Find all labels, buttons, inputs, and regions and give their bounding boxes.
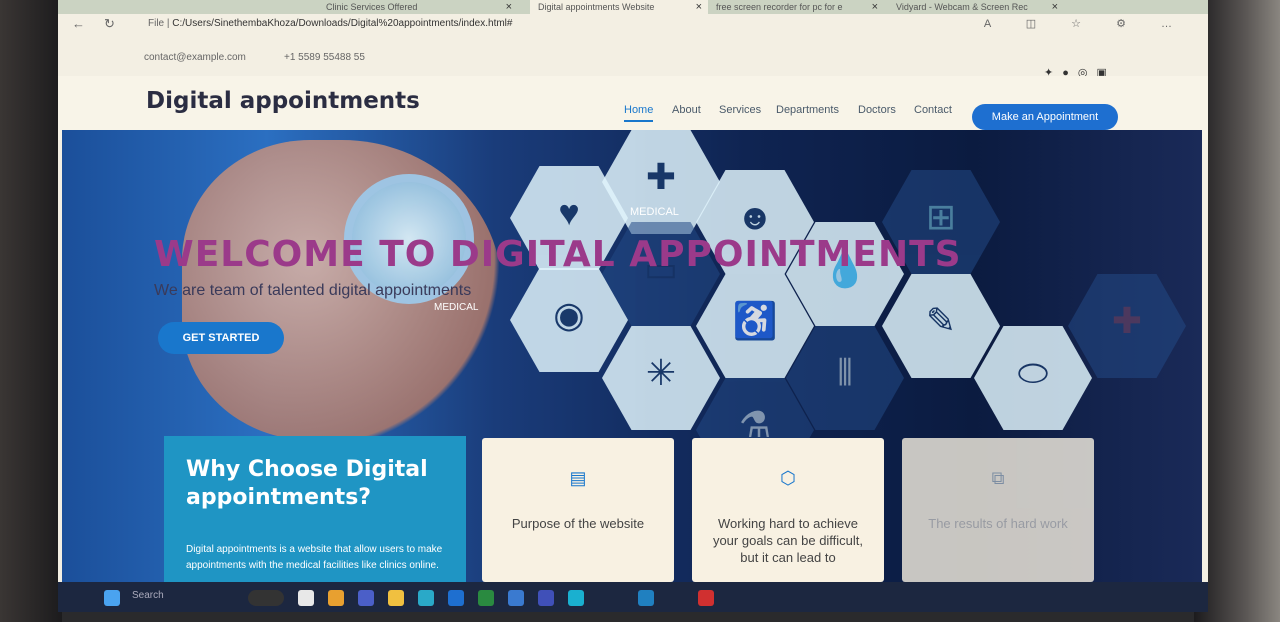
start-icon[interactable] [104,590,120,606]
medkit-icon: ⊞ [925,196,957,237]
close-icon[interactable]: × [872,1,878,13]
molecule-icon: ✳ [645,352,677,393]
icon-box-working-hard: ⬡ Working hard to achieve your goals can… [692,438,884,582]
icon-box-results: ⧉ The results of hard work [902,438,1094,582]
get-started-button[interactable]: GET STARTED [158,322,284,354]
images-icon: ⧉ [991,468,1005,488]
tab-label: Vidyard - Webcam & Screen Rec [896,2,1028,12]
heart-icon: ♥ [558,192,580,233]
tab-screen-recorder[interactable]: free screen recorder for pc for e × [708,0,884,14]
cross2-hex: ✚ [1068,274,1186,378]
hero-section: ♥ ✚ ☻ 💧 ▭ ◉ ♿ ✳ ⫴ ⊞ ✎ ⬭ ✚ ⚗ MEDICAL MEDI… [62,130,1202,612]
make-appointment-button[interactable]: Make an Appointment [972,104,1118,130]
url-text: C:/Users/SinethembaKhoza/Downloads/Digit… [172,18,513,29]
why-text: Digital appointments is a website that a… [186,544,443,571]
card-title: The results of hard work [928,516,1068,531]
pill-icon: ⬭ [1017,352,1049,393]
app-icon[interactable] [328,590,344,606]
hero-title: WELCOME TO DIGITAL APPOINTMENTS [154,234,962,275]
close-icon[interactable]: × [1052,1,1058,13]
receipt-icon: ▤ [569,468,587,488]
email-text[interactable]: contact@example.com [144,52,246,63]
back-icon[interactable]: ← [72,16,85,31]
app-icon[interactable] [248,590,284,606]
browser-window: Clinic Services Offered × Digital appoint… [58,0,1208,612]
pill-hex: ⬭ [974,326,1092,430]
app-icon[interactable] [508,590,524,606]
edge-icon[interactable] [418,590,434,606]
address-bar: ← ↻ File | C:/Users/SinethembaKhoza/Down… [58,14,1208,34]
url-prefix: File | [148,18,170,29]
tab-label: free screen recorder for pc for e [716,2,843,12]
cube-icon: ⬡ [780,468,796,488]
tab-clinic-services[interactable]: Clinic Services Offered × [318,0,518,14]
app-icon[interactable] [638,590,654,606]
doctor-icon: ☻ [736,196,774,237]
close-icon[interactable]: × [506,1,512,13]
search-box[interactable]: Search [132,590,164,601]
app-icon[interactable] [698,590,714,606]
contact-bar: contact@example.com +1 5589 55488 55 ✦●◎… [58,44,1208,79]
nav-services[interactable]: Services [719,104,761,116]
app-icon[interactable] [358,590,374,606]
nav-doctors[interactable]: Doctors [858,104,896,116]
card-title: Working hard to achieve your goals can b… [712,516,864,565]
phone-text: +1 5589 55488 55 [284,52,365,63]
hero-subtitle: We are team of talented digital appointm… [154,282,472,299]
medical-label: MEDICAL [434,302,479,313]
cross-icon: ✚ [1111,300,1143,341]
tab-digital-appointments[interactable]: Digital appointments Website × [530,0,708,14]
folder-icon[interactable] [388,590,404,606]
app-icon[interactable] [298,590,314,606]
windows-taskbar: Search [58,582,1208,612]
nav-home[interactable]: Home [624,104,654,122]
app-icon[interactable] [568,590,584,606]
eye-icon: ◉ [553,294,585,335]
app-icon[interactable] [448,590,464,606]
medical-label: MEDICAL [630,206,679,218]
app-icon[interactable] [478,590,494,606]
syringe-icon: ✎ [925,300,957,341]
syringe-hex: ✎ [882,274,1000,378]
nav-contact[interactable]: Contact [914,104,952,116]
url-field[interactable]: File | C:/Users/SinethembaKhoza/Download… [148,18,512,29]
card-title: Purpose of the website [511,516,645,531]
site-logo[interactable]: Digital appointments [146,88,420,114]
nav-departments[interactable]: Departments [776,104,839,116]
tab-label: Digital appointments Website [538,2,655,12]
browser-tools-icon[interactable]: A ◫ ☆ ⚙ … [984,17,1188,30]
molecule-hex: ✳ [602,326,720,430]
test-tube-icon: ⫴ [837,352,853,393]
icon-box-purpose: ▤ Purpose of the website [482,438,674,582]
tab-vidyard[interactable]: Vidyard - Webcam & Screen Rec × [888,0,1064,14]
laptop-bezel-left [0,0,62,622]
nav-about[interactable]: About [672,104,701,116]
why-title: Why Choose Digital appointments? [186,457,428,510]
why-choose-box: Why Choose Digital appointments? Digital… [164,436,466,582]
tab-label: Clinic Services Offered [326,2,418,12]
close-icon[interactable]: × [696,1,702,13]
tab-bar: Clinic Services Offered × Digital appoint… [58,0,1208,14]
wheelchair-icon: ♿ [732,300,778,341]
refresh-icon[interactable]: ↻ [104,16,115,32]
cross-icon: ✚ [645,156,677,197]
app-icon[interactable] [538,590,554,606]
